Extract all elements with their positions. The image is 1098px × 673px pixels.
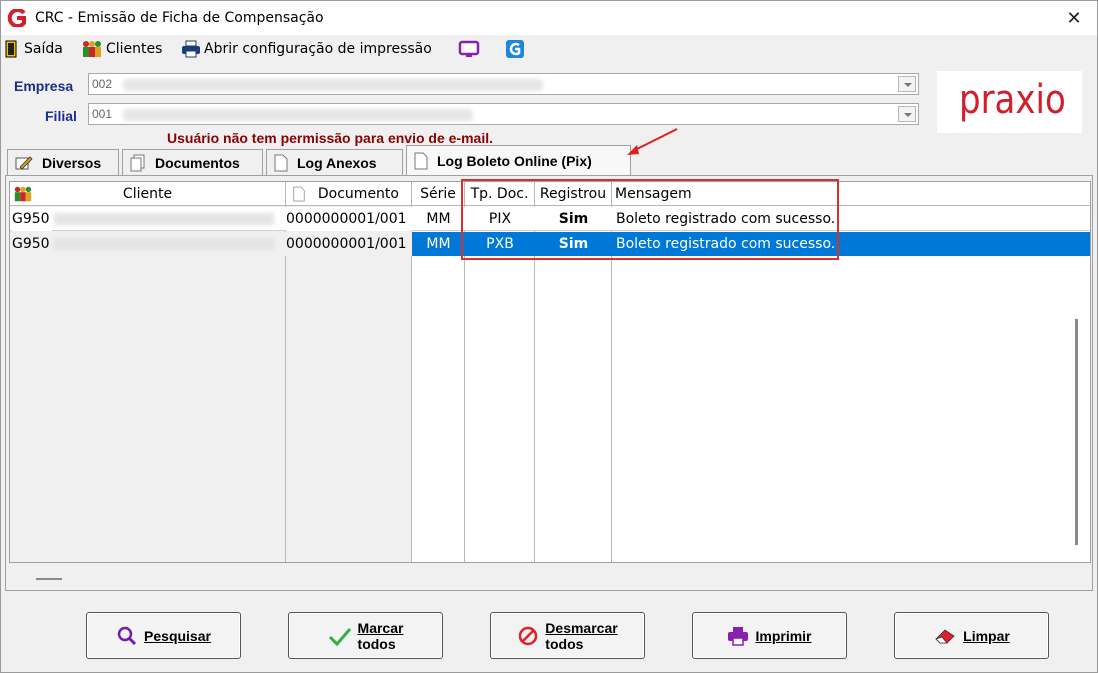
exit-label: Saída [24, 41, 63, 57]
print-label: Imprimir [755, 627, 812, 644]
exit-button[interactable]: Saída [5, 39, 63, 59]
clients-button[interactable]: Clientes [81, 39, 162, 59]
monitor-icon [458, 40, 480, 57]
scroll-thumb[interactable] [36, 578, 62, 580]
prohibited-icon [519, 626, 538, 645]
clear-button[interactable]: Limpar [894, 612, 1049, 659]
unmark-all-label-1: Desmarcar [545, 619, 618, 636]
mark-all-label-1: Marcar [357, 619, 404, 636]
search-label: Pesquisar [144, 627, 211, 644]
print-config-button[interactable]: Abrir configuração de impressão [181, 39, 432, 59]
documents-icon [130, 154, 145, 171]
tab-label: Documentos [155, 154, 240, 171]
logo-text: praxio [959, 77, 1066, 123]
header-documento[interactable]: Documento [286, 182, 412, 206]
tab-label: Log Boleto Online (Pix) [437, 152, 592, 169]
header-serie[interactable]: Série [412, 182, 465, 206]
horizontal-scrollbar[interactable] [10, 566, 1090, 586]
eraser-icon [935, 628, 955, 643]
unmark-all-label-2: todos [545, 635, 584, 652]
app-window: CRC - Emissão de Ficha de Compensação ✕ … [0, 0, 1098, 673]
cell-documento: 0000000001/001 [286, 207, 412, 231]
title-bar: CRC - Emissão de Ficha de Compensação ✕ [1, 1, 1097, 35]
cell-serie: MM [426, 211, 451, 227]
redacted-text [54, 238, 274, 250]
empresa-label: Empresa [14, 78, 74, 94]
chevron-down-icon[interactable] [898, 76, 916, 92]
cell-serie: MM [426, 236, 451, 252]
close-icon[interactable]: ✕ [1051, 1, 1097, 35]
filial-select[interactable]: 001 [88, 103, 919, 125]
cell-cliente: G950 [12, 207, 52, 231]
print-button[interactable]: Imprimir [692, 612, 847, 659]
tab-documentos[interactable]: Documentos [122, 149, 263, 175]
highlight-box [461, 179, 839, 260]
header-cliente[interactable]: Cliente [10, 182, 286, 206]
g-app-icon [506, 40, 524, 58]
redacted-text [54, 213, 274, 225]
app-logo-icon [7, 9, 26, 27]
window-title: CRC - Emissão de Ficha de Compensação [35, 10, 324, 26]
document-icon [274, 154, 288, 171]
chevron-down-icon[interactable] [898, 106, 916, 122]
document-icon [414, 152, 428, 169]
empresa-value: 002 [92, 77, 113, 91]
search-icon [117, 626, 137, 645]
unmark-all-button[interactable]: Desmarcar todos [490, 612, 645, 659]
cell-documento: 0000000001/001 [286, 232, 412, 256]
redacted-text [123, 109, 473, 121]
search-button[interactable]: Pesquisar [86, 612, 241, 659]
vertical-scrollbar[interactable] [1075, 319, 1078, 545]
annotation-arrow [627, 128, 678, 155]
tab-log-boleto-online-pix[interactable]: Log Boleto Online (Pix) [406, 145, 631, 175]
g-app-button[interactable] [505, 39, 528, 59]
redacted-text [123, 79, 543, 91]
printer-icon [728, 626, 749, 646]
praxio-logo: praxio [937, 71, 1082, 133]
check-icon [328, 627, 351, 646]
edit-icon [15, 155, 33, 170]
print-config-label: Abrir configuração de impressão [204, 41, 432, 57]
exit-door-icon [5, 40, 17, 58]
tab-log-anexos[interactable]: Log Anexos [266, 149, 403, 175]
mark-all-label-2: todos [357, 635, 396, 652]
clients-icon [83, 41, 101, 57]
tab-label: Diversos [42, 154, 102, 171]
clients-label: Clientes [106, 41, 163, 57]
filial-label: Filial [45, 108, 77, 124]
tab-diversos[interactable]: Diversos [7, 149, 119, 175]
empresa-select[interactable]: 002 [88, 73, 919, 95]
monitor-button[interactable] [458, 39, 483, 59]
mark-all-button[interactable]: Marcar todos [288, 612, 443, 659]
printer-icon [182, 40, 200, 58]
tab-label: Log Anexos [297, 154, 377, 171]
clear-label: Limpar [963, 627, 1010, 644]
filial-value: 001 [92, 107, 113, 121]
email-permission-warning: Usuário não tem permissão para envio de … [167, 130, 493, 146]
toolbar: Saída Clientes Abrir configuração de imp… [1, 35, 1097, 63]
